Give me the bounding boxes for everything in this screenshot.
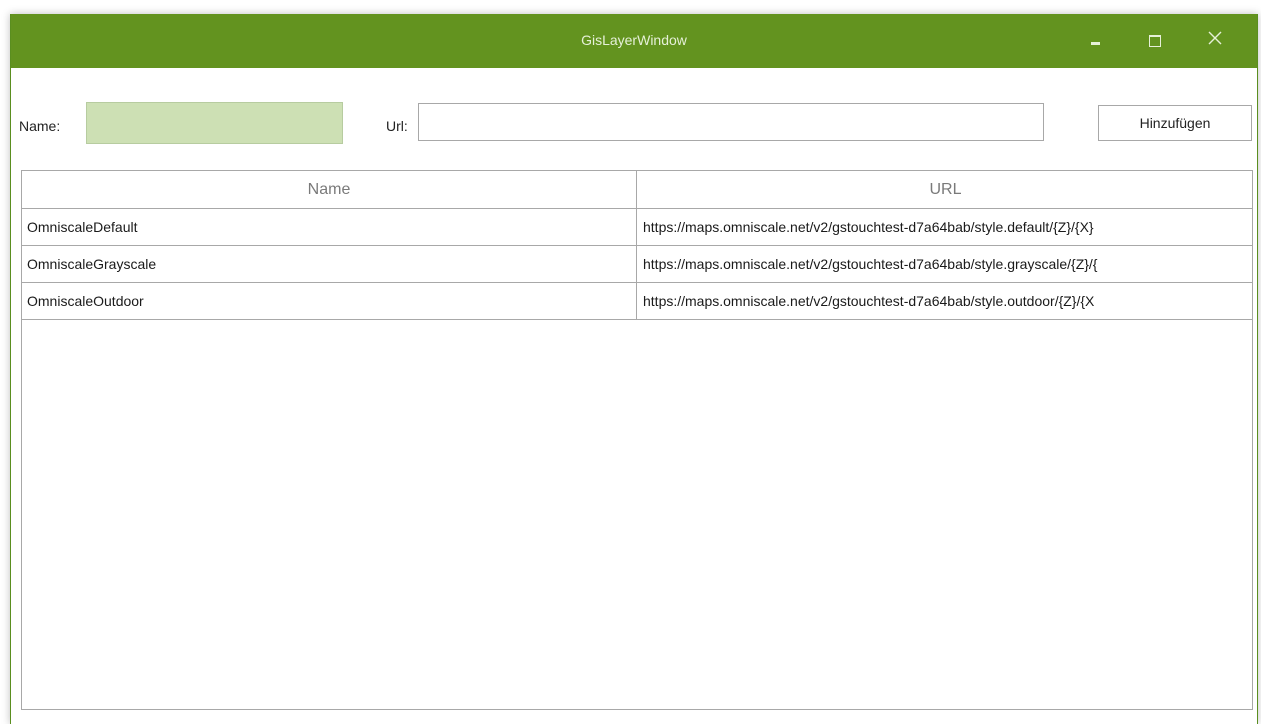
add-button[interactable]: Hinzufügen	[1098, 105, 1252, 141]
cell-url[interactable]: https://maps.omniscale.net/v2/gstouchtes…	[637, 246, 1252, 282]
maximize-button[interactable]	[1135, 24, 1175, 58]
name-label: Name:	[19, 118, 61, 134]
cell-name[interactable]: OmniscaleDefault	[22, 209, 637, 245]
table-row[interactable]: OmniscaleGrayscale https://maps.omniscal…	[22, 246, 1252, 283]
cell-name[interactable]: OmniscaleOutdoor	[22, 283, 637, 319]
cell-name[interactable]: OmniscaleGrayscale	[22, 246, 637, 282]
cell-url[interactable]: https://maps.omniscale.net/v2/gstouchtes…	[637, 283, 1252, 319]
minimize-button[interactable]	[1075, 24, 1115, 58]
layer-grid[interactable]: Name URL OmniscaleDefault https://maps.o…	[21, 170, 1253, 710]
table-row[interactable]: OmniscaleOutdoor https://maps.omniscale.…	[22, 283, 1252, 320]
maximize-icon	[1149, 35, 1161, 47]
gis-layer-window: GisLayerWindow Name: Url: Hinzufügen Nam…	[10, 14, 1258, 724]
grid-header: Name URL	[22, 171, 1252, 209]
cell-url[interactable]: https://maps.omniscale.net/v2/gstouchtes…	[637, 209, 1252, 245]
minimize-icon	[1091, 42, 1100, 45]
url-input[interactable]	[418, 103, 1044, 141]
name-input[interactable]	[86, 102, 343, 144]
close-icon	[1208, 31, 1222, 45]
title-bar[interactable]: GisLayerWindow	[11, 14, 1257, 68]
url-label: Url:	[386, 118, 408, 134]
window-title: GisLayerWindow	[581, 32, 687, 48]
column-header-name[interactable]: Name	[22, 171, 637, 208]
table-row[interactable]: OmniscaleDefault https://maps.omniscale.…	[22, 209, 1252, 246]
close-button[interactable]	[1195, 24, 1235, 58]
column-header-url[interactable]: URL	[637, 171, 1252, 208]
